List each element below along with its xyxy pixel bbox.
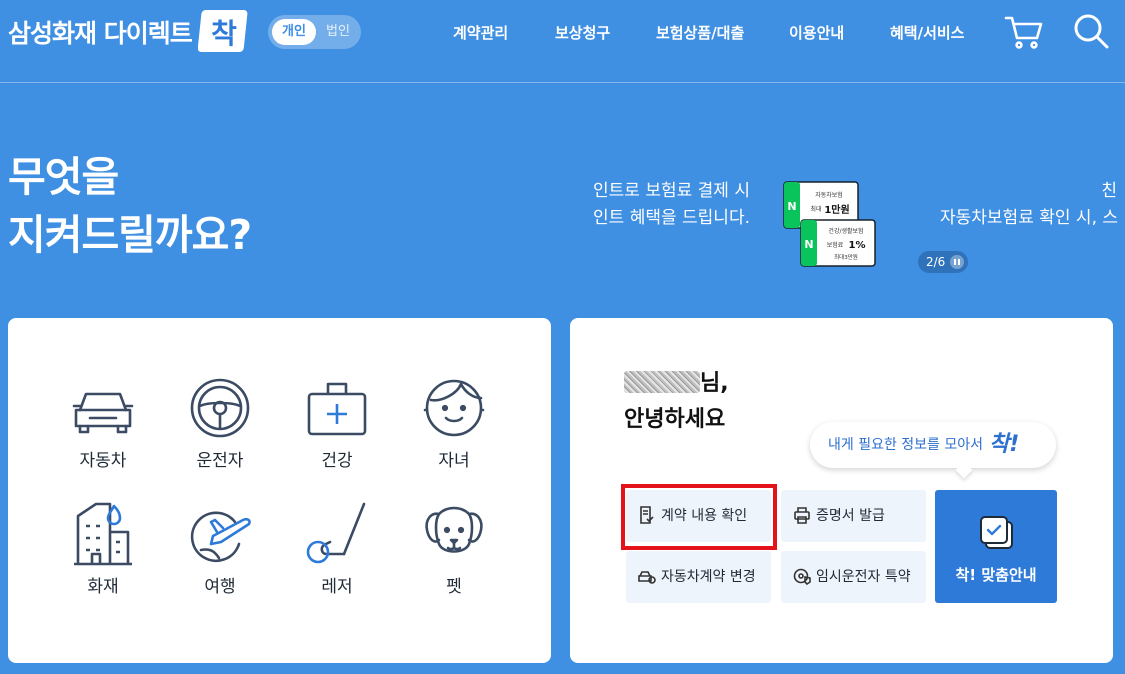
svg-text:최대: 최대 — [810, 205, 821, 213]
greeting-text: 안녕하세요 — [624, 407, 726, 432]
highlight-box — [621, 484, 777, 550]
category-label: 자동차 — [79, 451, 127, 471]
temp-driver-rider-label: 임시운전자 특약 — [816, 569, 911, 585]
category-label: 레저 — [321, 577, 353, 597]
printer-icon — [794, 507, 810, 524]
nav-guide[interactable]: 이용안내 — [789, 22, 844, 43]
category-car[interactable]: 자동차 — [48, 376, 158, 471]
next-promo-line2: 자동차보험료 확인 시, 스 — [940, 208, 1119, 228]
car-contract-change-label: 자동차계약 변경 — [661, 569, 756, 585]
category-label: 여행 — [204, 577, 236, 597]
user-greeting: 님, 안녕하세요 — [624, 366, 729, 438]
cart-icon[interactable] — [1004, 14, 1044, 50]
category-child[interactable]: 자녀 — [399, 376, 509, 471]
nav-contract-management[interactable]: 계약관리 — [453, 22, 508, 43]
custom-guide-label: 착! 맞춤안내 — [955, 566, 1037, 584]
certificate-button[interactable]: 증명서 발급 — [781, 490, 926, 542]
custom-guide-button[interactable]: 착! 맞춤안내 — [935, 490, 1057, 603]
svg-text:N: N — [787, 200, 796, 213]
nav-products-loans[interactable]: 보험상품/대출 — [656, 22, 744, 43]
category-label: 건강 — [321, 451, 353, 471]
naver-pay-cards-image: N 자동차보험 최대 1만원 N 건강/생활보험 보험료 1% 최대3만원 — [783, 181, 876, 267]
svg-text:건강/생활보험: 건강/생활보험 — [828, 227, 863, 235]
hero-title: 무엇을 지켜드릴까요? — [8, 148, 252, 264]
golf-club-icon — [306, 502, 366, 564]
promo-line1: 인트로 보험료 결제 시 — [593, 181, 750, 201]
svg-text:최대3만원: 최대3만원 — [834, 253, 858, 261]
search-icon[interactable] — [1072, 12, 1110, 50]
building-fire-icon — [74, 502, 132, 566]
steering-wheel-icon — [190, 378, 250, 438]
temp-driver-rider-button[interactable]: 임시운전자 특약 — [781, 551, 926, 603]
bubble-text: 내게 필요한 정보를 모아서 — [828, 437, 984, 453]
category-label: 운전자 — [196, 451, 244, 471]
category-label: 화재 — [87, 577, 119, 597]
airplane-globe-icon — [190, 511, 251, 563]
toggle-personal[interactable]: 개인 — [272, 19, 316, 45]
next-promo-line1: 친 — [1101, 181, 1117, 201]
carousel-counter: 2/6 — [918, 251, 968, 273]
greeting-suffix: 님, — [700, 371, 729, 396]
svg-text:보험료: 보험료 — [827, 241, 844, 249]
brand-logo-text[interactable]: 삼성화재 다이렉트 — [8, 14, 193, 50]
hero-title-line2: 지켜드릴까요? — [8, 211, 252, 259]
category-label: 펫 — [446, 577, 462, 597]
insurance-category-panel: 자동차 운전자 건강 자녀 화재 여행 레저 펫 — [8, 318, 551, 663]
pause-icon[interactable] — [950, 255, 964, 269]
svg-text:1만원: 1만원 — [824, 203, 849, 216]
svg-text:착: 착 — [211, 17, 237, 50]
category-label: 자녀 — [438, 451, 470, 471]
category-driver[interactable]: 운전자 — [165, 376, 275, 471]
top-header: 삼성화재 다이렉트 착 개인 법인 계약관리 보상청구 보험상품/대출 이용안내… — [0, 0, 1125, 83]
car-contract-change-button[interactable]: 자동차계약 변경 — [626, 551, 771, 603]
svg-text:1%: 1% — [849, 240, 866, 251]
car-edit-icon — [638, 571, 656, 584]
category-pet[interactable]: 펫 — [399, 502, 509, 597]
nav-claims[interactable]: 보상청구 — [555, 22, 610, 43]
dog-icon — [425, 506, 483, 553]
carousel-counter-text: 2/6 — [926, 255, 946, 269]
info-speech-bubble: 내게 필요한 정보를 모아서 착! — [810, 422, 1056, 468]
user-quick-panel: 님, 안녕하세요 내게 필요한 정보를 모아서 착! 계약 내용 확인 증명서 발… — [570, 318, 1113, 663]
car-icon — [72, 392, 134, 434]
promo-banner-text[interactable]: 인트로 보험료 결제 시 인트 혜택을 드립니다. — [560, 178, 750, 232]
category-travel[interactable]: 여행 — [165, 502, 275, 597]
promo-line2: 인트 혜택을 드립니다. — [593, 208, 750, 228]
toggle-corporate[interactable]: 법인 — [318, 19, 358, 45]
checklist-icon — [980, 516, 1013, 549]
nav-benefits[interactable]: 혜택/서비스 — [890, 22, 964, 43]
svg-text:N: N — [804, 238, 813, 251]
bubble-emphasis: 착! — [989, 432, 1020, 457]
customer-type-toggle[interactable]: 개인 법인 — [268, 15, 361, 49]
steering-shield-icon — [793, 568, 811, 586]
certificate-label: 증명서 발급 — [816, 508, 885, 524]
svg-text:자동차보험: 자동차보험 — [815, 191, 843, 199]
category-health[interactable]: 건강 — [282, 376, 392, 471]
child-face-icon — [423, 379, 485, 437]
brand-badge-icon[interactable]: 착 — [197, 8, 250, 56]
hero-title-line1: 무엇을 — [8, 153, 119, 201]
first-aid-kit-icon — [307, 382, 367, 436]
next-promo-banner-text[interactable]: 친 자동차보험료 확인 시, 스 — [940, 178, 1125, 232]
category-leisure[interactable]: 레저 — [282, 502, 392, 597]
category-fire[interactable]: 화재 — [48, 502, 158, 597]
masked-user-name — [624, 371, 700, 393]
